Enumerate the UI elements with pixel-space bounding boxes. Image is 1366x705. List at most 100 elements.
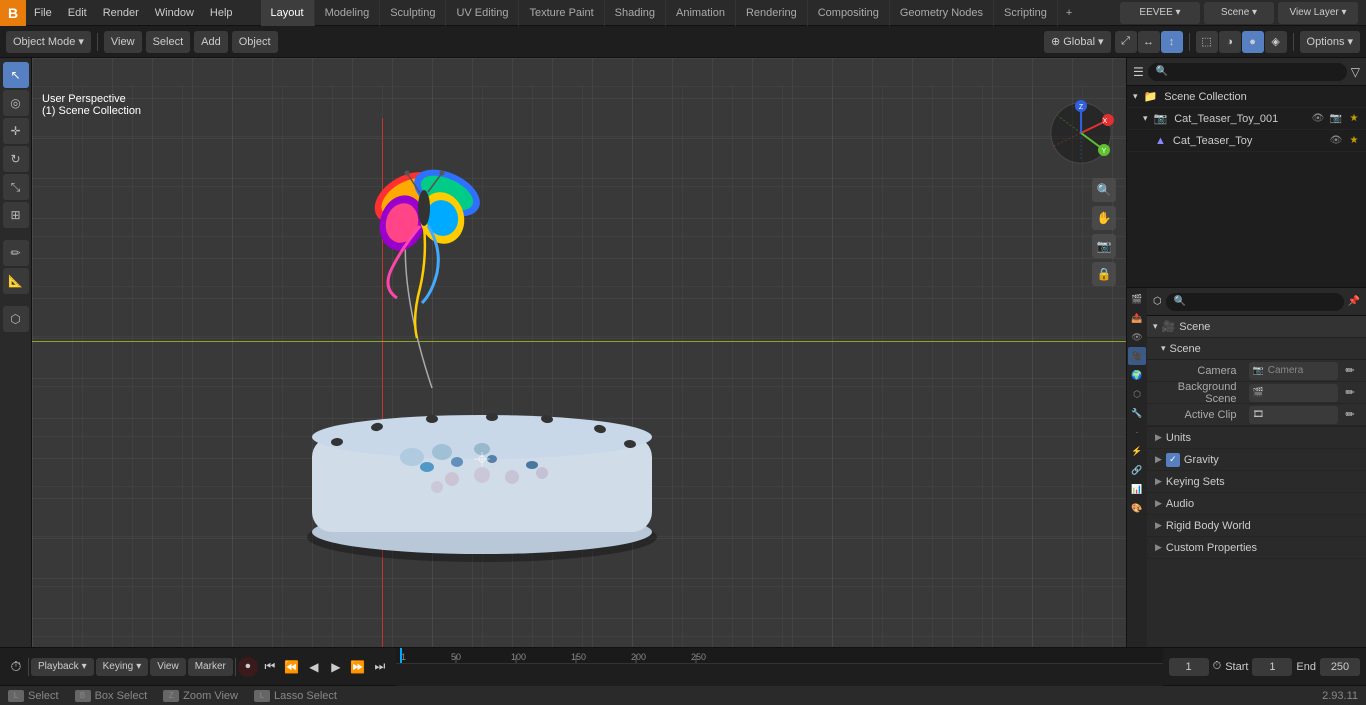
props-tab-render[interactable]: 🎬 [1128, 290, 1146, 308]
engine-dropdown[interactable]: EEVEE ▾ [1120, 2, 1200, 24]
play-reverse-btn[interactable]: ◀ [304, 657, 324, 677]
outliner-filter-icon[interactable]: ▽ [1351, 65, 1360, 79]
custom-properties-section[interactable]: ▶ Custom Properties [1147, 537, 1366, 559]
playback-menu-btn[interactable]: Playback ▾ [31, 658, 94, 676]
menu-edit[interactable]: Edit [60, 0, 95, 26]
view-menu-btn[interactable]: View [104, 31, 142, 53]
props-tab-constraints[interactable]: 🔗 [1128, 461, 1146, 479]
audio-section[interactable]: ▶ Audio [1147, 493, 1366, 515]
tool-transform[interactable]: ⊞ [3, 202, 29, 228]
gravity-section[interactable]: ▶ ✓ Gravity [1147, 449, 1366, 471]
props-tab-particles[interactable]: · [1128, 423, 1146, 441]
timeline-ruler[interactable]: 1 50 100 150 200 250 [396, 648, 1163, 686]
current-frame-display[interactable]: 1 [1169, 658, 1209, 676]
transform-space-btn[interactable]: ⊕ Global ▾ [1044, 31, 1111, 53]
props-tab-view[interactable]: 👁 [1128, 328, 1146, 346]
marker-menu-btn[interactable]: Marker [188, 658, 233, 676]
menu-render[interactable]: Render [95, 0, 147, 26]
select-toggle[interactable]: ★ [1346, 111, 1362, 127]
tab-layout[interactable]: Layout [261, 0, 315, 26]
props-tab-physics[interactable]: ⚡ [1128, 442, 1146, 460]
transform-icon-3[interactable]: ↕ [1161, 31, 1183, 53]
axis-orientation-widget[interactable]: X Y Z [1046, 98, 1116, 168]
menu-window[interactable]: Window [147, 0, 202, 26]
tab-rendering[interactable]: Rendering [736, 0, 808, 26]
props-tab-modifier[interactable]: 🔧 [1128, 404, 1146, 422]
tool-annotate[interactable]: ✏ [3, 240, 29, 266]
tool-scale[interactable]: ⤡ [3, 174, 29, 200]
lock-camera[interactable]: 🔒 [1092, 262, 1116, 286]
tab-animation[interactable]: Animation [666, 0, 736, 26]
active-clip-field[interactable]: 🎞 [1249, 406, 1339, 424]
object-mode-btn[interactable]: Object Mode ▾ [6, 31, 91, 53]
record-btn[interactable]: ⏺ [238, 657, 258, 677]
tab-texture-paint[interactable]: Texture Paint [519, 0, 604, 26]
add-menu-btn[interactable]: Add [194, 31, 228, 53]
play-btn[interactable]: ▶ [326, 657, 346, 677]
rigid-body-world-section[interactable]: ▶ Rigid Body World [1147, 515, 1366, 537]
transform-icon-2[interactable]: ↔ [1138, 31, 1160, 53]
props-tab-world[interactable]: 🌍 [1128, 366, 1146, 384]
background-scene-field[interactable]: 🎬 [1249, 384, 1339, 402]
scene-selector[interactable]: Scene ▾ [1204, 2, 1274, 24]
viewport-shade-1[interactable]: ⬚ [1196, 31, 1218, 53]
tool-rotate[interactable]: ↻ [3, 146, 29, 172]
zoom-to-region[interactable]: 🔍 [1092, 178, 1116, 202]
viewport-shade-3[interactable]: ● [1242, 31, 1264, 53]
camera-eyedropper[interactable]: ✏ [1342, 363, 1358, 379]
end-frame-input[interactable]: 250 [1320, 658, 1360, 676]
active-clip-icon[interactable]: ✏ [1342, 407, 1358, 423]
tab-add-button[interactable]: + [1058, 0, 1080, 26]
tab-geometry-nodes[interactable]: Geometry Nodes [890, 0, 994, 26]
tool-add[interactable]: ⬡ [3, 306, 29, 332]
view-menu-btn-tl[interactable]: View [150, 658, 186, 676]
outliner-cat-teaser[interactable]: ▲ Cat_Teaser_Toy 👁 ★ [1127, 130, 1366, 152]
props-search-input[interactable]: 🔍 [1166, 293, 1344, 311]
move-view[interactable]: ✋ [1092, 206, 1116, 230]
view-layer-selector[interactable]: View Layer ▾ [1278, 2, 1358, 24]
bg-scene-icon[interactable]: ✏ [1342, 385, 1358, 401]
tool-move[interactable]: ✛ [3, 118, 29, 144]
viewport-3d[interactable]: User Perspective (1) Scene Collection [32, 58, 1126, 647]
mesh-render[interactable]: ★ [1346, 133, 1362, 149]
tool-cursor[interactable]: ◎ [3, 90, 29, 116]
props-pin-icon[interactable]: 📌 [1348, 296, 1360, 307]
tab-uv-editing[interactable]: UV Editing [446, 0, 519, 26]
outliner-cat-teaser-001[interactable]: ▾ 📷 Cat_Teaser_Toy_001 👁 📷 ★ [1127, 108, 1366, 130]
camera-field[interactable]: 📷 Camera [1249, 362, 1339, 380]
camera-view[interactable]: 📷 [1092, 234, 1116, 258]
start-frame-input[interactable]: 1 [1252, 658, 1292, 676]
scene-section-header[interactable]: ▾ 🎥 Scene [1147, 316, 1366, 338]
units-section[interactable]: ▶ Units [1147, 427, 1366, 449]
viewport-shade-2[interactable]: ◑ [1219, 31, 1241, 53]
timeline-tracks[interactable] [396, 664, 1163, 686]
next-frame-btn[interactable]: ⏩ [348, 657, 368, 677]
jump-start-btn[interactable]: ⏮ [260, 657, 280, 677]
tab-modeling[interactable]: Modeling [315, 0, 381, 26]
menu-file[interactable]: File [26, 0, 60, 26]
mesh-visibility[interactable]: 👁 [1328, 133, 1344, 149]
prev-frame-btn[interactable]: ⏪ [282, 657, 302, 677]
object-menu-btn[interactable]: Object [232, 31, 278, 53]
keying-menu-btn[interactable]: Keying ▾ [96, 658, 149, 676]
tab-compositing[interactable]: Compositing [808, 0, 890, 26]
props-tab-scene[interactable]: 🎥 [1128, 347, 1146, 365]
tab-shading[interactable]: Shading [605, 0, 666, 26]
timeline-mode-icon[interactable]: ⏱ [6, 657, 26, 677]
tool-measure[interactable]: 📐 [3, 268, 29, 294]
transform-icon-1[interactable]: ⤢ [1115, 31, 1137, 53]
visibility-toggle[interactable]: 👁 [1310, 111, 1326, 127]
outliner-scene-collection[interactable]: ▾ 📁 Scene Collection [1127, 86, 1366, 108]
props-tab-data[interactable]: 📊 [1128, 480, 1146, 498]
select-menu-btn[interactable]: Select [146, 31, 191, 53]
outliner-search[interactable]: 🔍 [1148, 63, 1347, 81]
scene-inner-header[interactable]: ▾ Scene [1147, 338, 1366, 360]
tool-select[interactable]: ↖ [3, 62, 29, 88]
props-tab-output[interactable]: 📤 [1128, 309, 1146, 327]
gravity-checkbox[interactable]: ✓ [1166, 453, 1180, 467]
keying-sets-section[interactable]: ▶ Keying Sets [1147, 471, 1366, 493]
render-toggle[interactable]: 📷 [1328, 111, 1344, 127]
jump-end-btn[interactable]: ⏭ [370, 657, 390, 677]
props-tab-object[interactable]: ⬡ [1128, 385, 1146, 403]
viewport-shade-4[interactable]: ◈ [1265, 31, 1287, 53]
